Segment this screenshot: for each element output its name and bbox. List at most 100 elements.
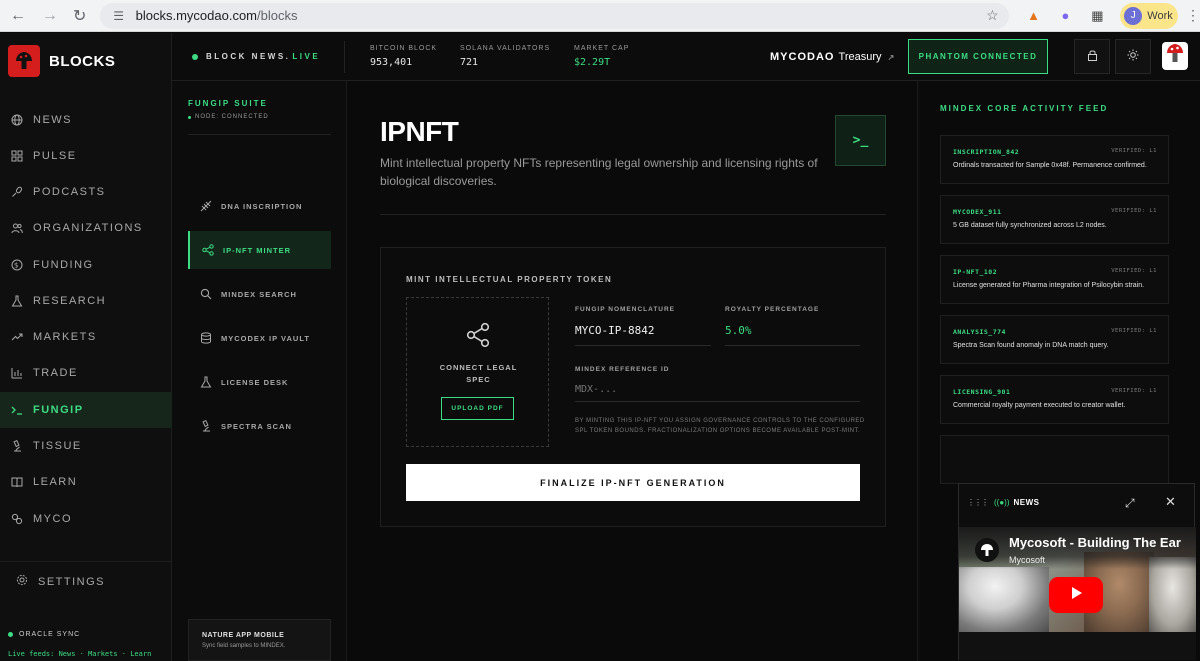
- feed-item[interactable]: INSCRIPTION_842 VERIFIED: L1 Ordinals tr…: [940, 135, 1169, 184]
- mindex-reference-input[interactable]: [575, 384, 860, 402]
- share-icon: [202, 244, 214, 256]
- profile-button[interactable]: J Work: [1120, 2, 1178, 29]
- video-channel[interactable]: Mycosoft: [1009, 555, 1045, 565]
- sidebar-item-label: ORGANIZATIONS: [33, 222, 143, 234]
- svg-text:$: $: [14, 262, 20, 270]
- forward-icon[interactable]: →: [38, 4, 62, 28]
- sidebar-item-label: TRADE: [33, 367, 78, 379]
- metamask-extension-icon[interactable]: ▲: [1023, 5, 1045, 27]
- sidebar-item-organizations[interactable]: ORGANIZATIONS: [0, 210, 172, 246]
- treasury-link[interactable]: MYCODAO Treasury ↗: [770, 51, 895, 63]
- sidebar-item-trade[interactable]: TRADE: [0, 355, 172, 391]
- sidebar-item-news[interactable]: NEWS: [0, 102, 172, 138]
- extensions-puzzle-icon[interactable]: ▦: [1086, 5, 1108, 27]
- sidebar-item-label: NEWS: [33, 114, 72, 126]
- legal-spec-dropzone[interactable]: CONNECT LEGAL SPEC UPLOAD PDF: [406, 297, 549, 447]
- lock-button[interactable]: [1074, 39, 1110, 74]
- mushroom-avatar-icon: [1165, 43, 1185, 70]
- tool-dna-inscription[interactable]: DNA INSCRIPTION: [188, 187, 331, 225]
- channel-logo-icon[interactable]: [975, 538, 999, 562]
- theme-toggle-button[interactable]: [1115, 39, 1151, 74]
- dropzone-label: CONNECT LEGAL SPEC: [439, 363, 518, 384]
- book-icon: [10, 475, 24, 489]
- nature-app-mobile-card[interactable]: NATURE APP MOBILE Sync field samples to …: [188, 619, 331, 661]
- stat-bitcoin-block: BITCOIN BLOCK 953,401: [370, 45, 437, 68]
- top-bar: BLOCK NEWS. LIVE BITCOIN BLOCK 953,401 S…: [172, 33, 1200, 81]
- drag-handle-icon[interactable]: ⋮⋮⋮: [967, 498, 989, 507]
- finalize-ip-nft-button[interactable]: FINALIZE IP-NFT GENERATION: [406, 464, 860, 501]
- search-icon: [200, 288, 212, 300]
- sun-icon: [1127, 48, 1139, 66]
- royalty-field[interactable]: 5.0%: [725, 324, 860, 346]
- sidebar-item-pulse[interactable]: PULSE: [0, 138, 172, 174]
- sidebar-item-label: TISSUE: [33, 440, 82, 452]
- url-host: blocks.mycodao.com: [135, 8, 258, 23]
- tool-license-desk[interactable]: LICENSE DESK: [188, 363, 331, 401]
- user-avatar[interactable]: [1162, 42, 1188, 70]
- sidebar-item-settings[interactable]: SETTINGS: [16, 574, 105, 589]
- terminal-button[interactable]: >_: [835, 115, 886, 166]
- sidebar-item-funding[interactable]: $ FUNDING: [0, 247, 172, 283]
- treasury-word: Treasury: [838, 51, 882, 63]
- feed-item[interactable]: IP-NFT_102 VERIFIED: L1 License generate…: [940, 255, 1169, 304]
- mushroom-logo-icon: [8, 45, 40, 77]
- mic-icon: [10, 185, 24, 199]
- site-settings-icon[interactable]: ☰: [110, 7, 128, 25]
- expand-icon[interactable]: ⤢: [1125, 496, 1135, 511]
- play-button[interactable]: [1049, 577, 1103, 613]
- nomenclature-field[interactable]: MYCO-IP-8842: [575, 324, 711, 346]
- page-title: IPNFT: [380, 116, 459, 147]
- feed-item[interactable]: MYCODEX_911 VERIFIED: L1 5 GB dataset fu…: [940, 195, 1169, 244]
- database-icon: [200, 332, 212, 344]
- divider: [380, 214, 886, 215]
- mindex-reference-label: MINDEX REFERENCE ID: [575, 366, 670, 373]
- tool-mycodex-ip-vault[interactable]: MYCODEX IP VAULT: [188, 319, 331, 357]
- block-news-label: BLOCK NEWS.: [206, 52, 291, 61]
- close-icon[interactable]: ✕: [1165, 494, 1176, 510]
- bookmark-star-icon[interactable]: ☆: [986, 7, 999, 24]
- sidebar-item-myco[interactable]: MYCO: [0, 501, 172, 537]
- page-description: Mint intellectual property NFTs represen…: [380, 156, 818, 188]
- live-label: LIVE: [292, 52, 321, 61]
- tool-ip-nft-minter[interactable]: IP-NFT MINTER: [188, 231, 331, 269]
- news-overlay-header: ⋮⋮⋮ ((●)) NEWS ⤢ ✕: [959, 484, 1196, 521]
- broadcast-icon: ((●)): [994, 498, 1010, 507]
- stat-label: MARKET CAP: [574, 45, 630, 52]
- sidebar-item-markets[interactable]: MARKETS: [0, 319, 172, 355]
- sidebar-divider: [0, 561, 172, 562]
- tool-mindex-search[interactable]: MINDEX SEARCH: [188, 275, 331, 313]
- back-icon[interactable]: ←: [6, 4, 30, 28]
- browser-menu-icon[interactable]: ⋮: [1186, 7, 1200, 24]
- tool-spectra-scan[interactable]: SPECTRA SCAN: [188, 407, 331, 445]
- upload-pdf-button[interactable]: UPLOAD PDF: [441, 397, 514, 420]
- video-player[interactable]: Mycosoft - Building The Ear Mycosoft: [959, 527, 1196, 632]
- lock-icon: [1087, 48, 1098, 66]
- sidebar-item-tissue[interactable]: TISSUE: [0, 428, 172, 464]
- sidebar-item-podcasts[interactable]: PODCASTS: [0, 174, 172, 210]
- stat-value: $2.29T: [574, 57, 611, 68]
- video-title[interactable]: Mycosoft - Building The Ear: [1009, 535, 1181, 550]
- block-news-ticker[interactable]: BLOCK NEWS. LIVE: [192, 52, 320, 61]
- users-icon: [10, 221, 24, 235]
- tool-label: MINDEX SEARCH: [221, 289, 297, 299]
- feed-item-partial[interactable]: [940, 435, 1169, 484]
- sidebar-item-learn[interactable]: LEARN: [0, 464, 172, 500]
- reload-icon[interactable]: ↻: [68, 4, 92, 28]
- brand[interactable]: BLOCKS: [8, 45, 115, 77]
- extension-icon[interactable]: ●: [1055, 5, 1077, 27]
- nomenclature-label: FUNGIP NOMENCLATURE: [575, 306, 676, 313]
- feed-item-message: Ordinals transacted for Sample 0x48f. Pe…: [953, 162, 1147, 169]
- sidebar-item-label: PULSE: [33, 150, 77, 162]
- brand-name: BLOCKS: [49, 52, 116, 70]
- url-path: /blocks: [257, 8, 298, 23]
- feed-item[interactable]: LICENSING_901 VERIFIED: L1 Commercial ro…: [940, 375, 1169, 424]
- main-content: IPNFT Mint intellectual property NFTs re…: [346, 81, 918, 661]
- address-bar[interactable]: ☰ blocks.mycodao.com/blocks ☆: [99, 2, 1009, 29]
- feed-item[interactable]: ANALYSIS_774 VERIFIED: L1 Spectra Scan f…: [940, 315, 1169, 364]
- feed-item-verified: VERIFIED: L1: [1111, 328, 1157, 334]
- phantom-wallet-button[interactable]: PHANTOM CONNECTED: [908, 39, 1048, 74]
- sidebar-item-fungip[interactable]: FUNGIP: [0, 392, 172, 428]
- live-dot: [192, 53, 198, 60]
- sidebar-item-research[interactable]: RESEARCH: [0, 283, 172, 319]
- sidebar-item-label: MYCO: [33, 513, 72, 525]
